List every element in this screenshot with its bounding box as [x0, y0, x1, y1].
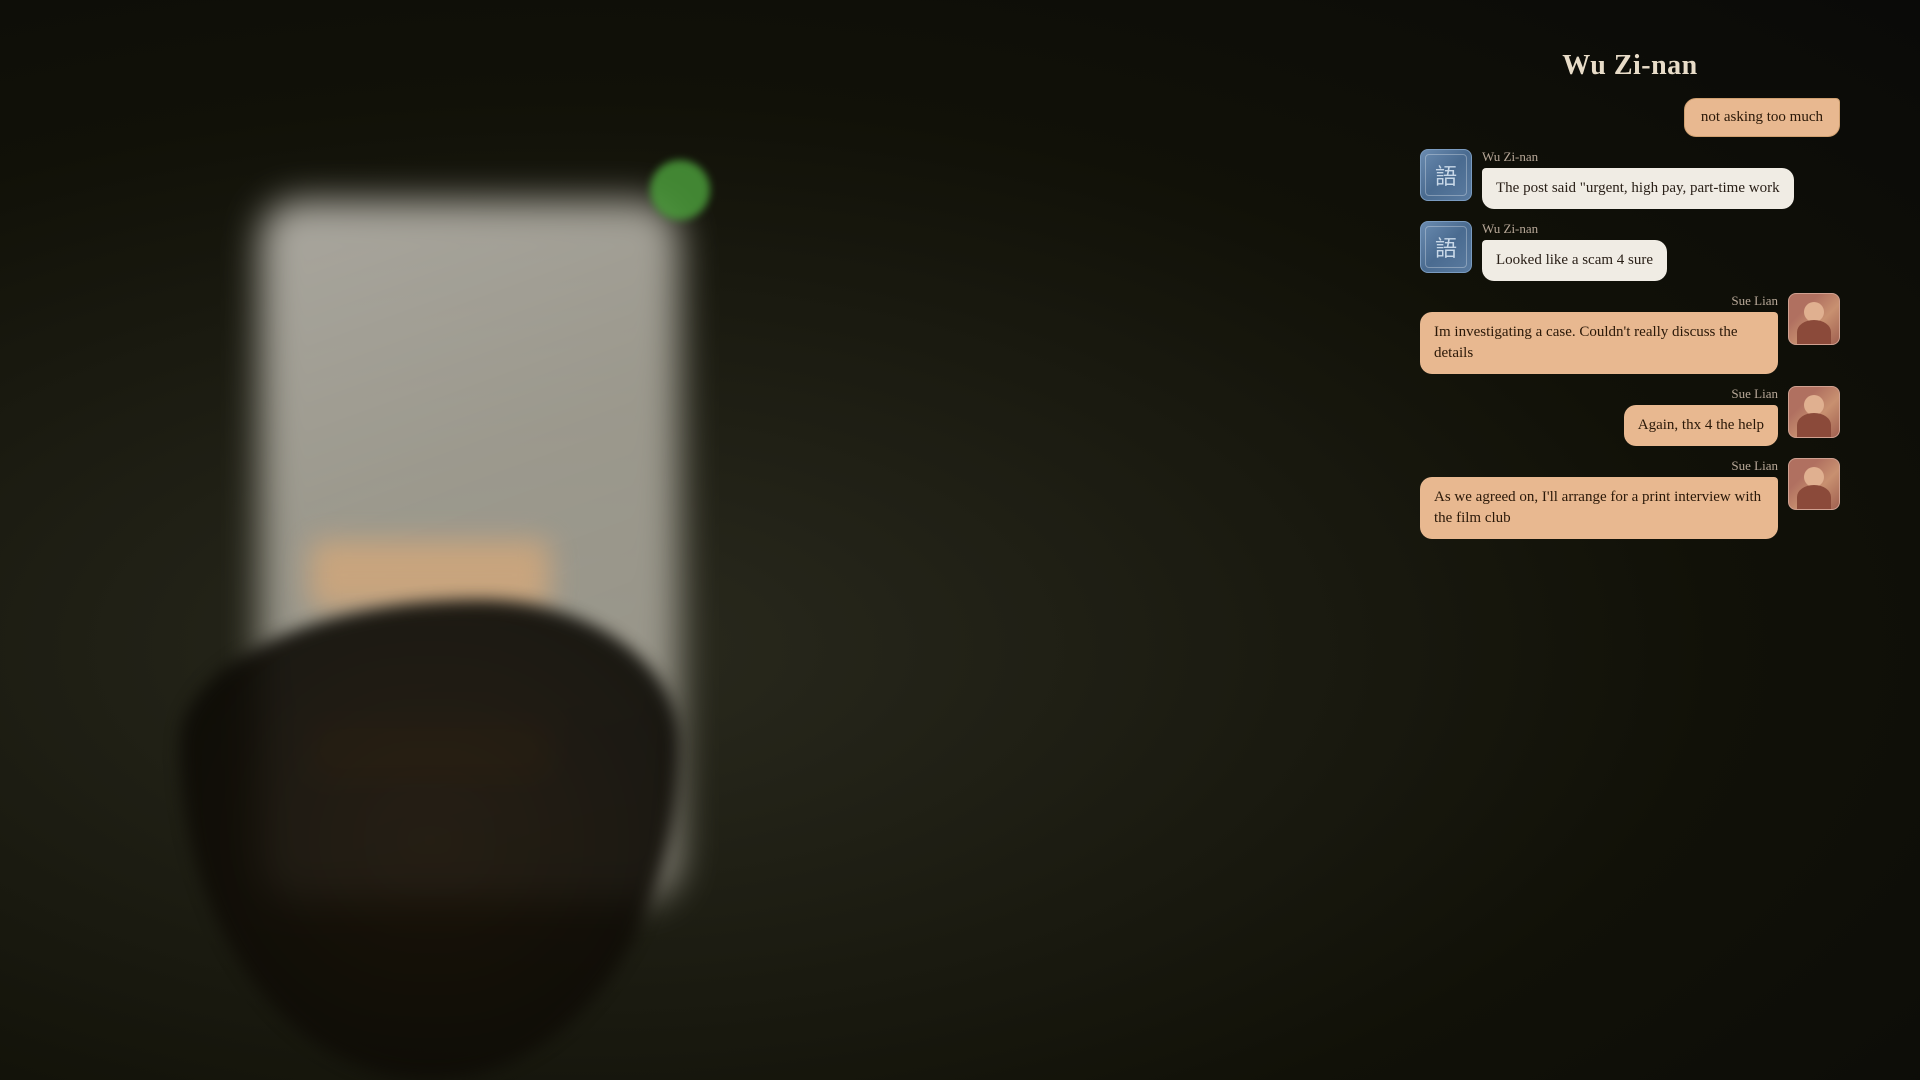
avatar-wu-1: 語: [1420, 149, 1472, 201]
sender-name-1: Wu Zi-nan: [1482, 149, 1794, 165]
message-meta-5: Sue Lian As we agreed on, I'll arrange f…: [1420, 458, 1778, 539]
wu-avatar-char-2: 語: [1435, 231, 1457, 263]
message-bubble-4: Again, thx 4 the help: [1624, 405, 1778, 446]
avatar-wu-2: 語: [1420, 221, 1472, 273]
sender-name-2: Wu Zi-nan: [1482, 221, 1667, 237]
message-bubble-3: Im investigating a case. Couldn't really…: [1420, 312, 1778, 374]
message-bubble-0: not asking too much: [1684, 98, 1840, 137]
chat-header: Wu Zi-nan: [1420, 50, 1840, 82]
message-row-0: not asking too much: [1420, 98, 1840, 137]
message-row-4: Sue Lian Again, thx 4 the help: [1420, 386, 1840, 446]
message-bubble-1: The post said "urgent, high pay, part-ti…: [1482, 168, 1794, 209]
avatar-sue-3: [1788, 293, 1840, 345]
message-meta-3: Sue Lian Im investigating a case. Couldn…: [1420, 293, 1778, 374]
avatar-sue-4: [1788, 386, 1840, 438]
avatar-sue-5: [1788, 458, 1840, 510]
message-meta-4: Sue Lian Again, thx 4 the help: [1624, 386, 1778, 446]
message-row-3: Sue Lian Im investigating a case. Couldn…: [1420, 293, 1840, 374]
message-bubble-2: Looked like a scam 4 sure: [1482, 240, 1667, 281]
message-row-1: 語 Wu Zi-nan The post said "urgent, high …: [1420, 149, 1840, 209]
message-meta-1: Wu Zi-nan The post said "urgent, high pa…: [1482, 149, 1794, 209]
sender-name-4: Sue Lian: [1731, 386, 1778, 402]
green-orb: [650, 160, 710, 220]
phone-message-blur-1: [310, 540, 550, 610]
sender-name-5: Sue Lian: [1731, 458, 1778, 474]
sender-name-3: Sue Lian: [1731, 293, 1778, 309]
message-meta-2: Wu Zi-nan Looked like a scam 4 sure: [1482, 221, 1667, 281]
wu-avatar-char: 語: [1435, 159, 1457, 191]
message-row-5: Sue Lian As we agreed on, I'll arrange f…: [1420, 458, 1840, 539]
chat-panel: Wu Zi-nan not asking too much 語 Wu Zi-na…: [1420, 50, 1840, 539]
message-row-2: 語 Wu Zi-nan Looked like a scam 4 sure: [1420, 221, 1840, 281]
message-bubble-5: As we agreed on, I'll arrange for a prin…: [1420, 477, 1778, 539]
